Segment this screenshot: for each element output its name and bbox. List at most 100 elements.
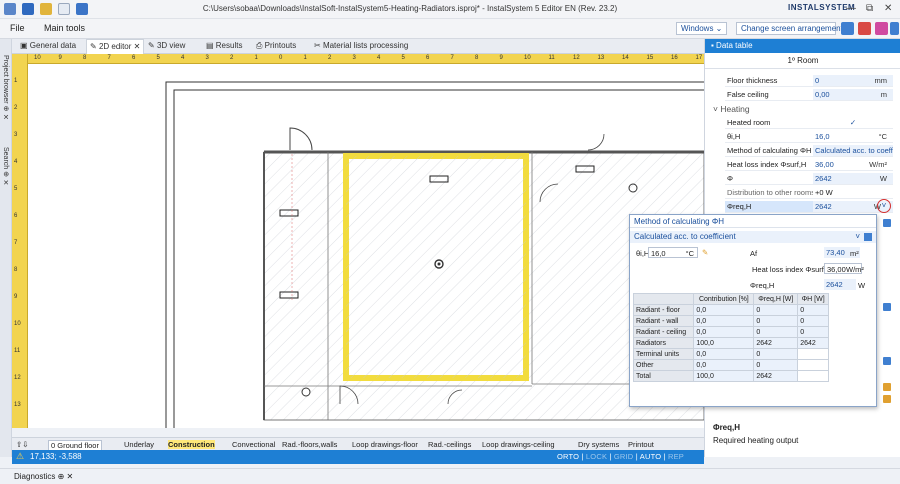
database-icon[interactable] [858, 22, 871, 35]
layer-construction[interactable]: Construction [168, 440, 215, 449]
restore-button[interactable]: ⧉ [866, 3, 873, 14]
edit-icon[interactable] [883, 383, 891, 391]
row-phi: Φ 2642 W [725, 173, 893, 185]
popup-hli-label: Heat loss index Φsurf,H [752, 265, 832, 274]
layer-bar: ⇧⇩ 0 Ground floor Underlay Construction … [12, 437, 704, 451]
help-description: Required heating output [713, 436, 799, 445]
ruler-tick-label: 10 [524, 55, 531, 61]
method-dropdown[interactable]: Calculated acc. to coeffic [813, 145, 893, 156]
layer-dry-systems[interactable]: Dry systems [578, 440, 619, 449]
section-heating[interactable]: ˅ Heating [713, 103, 893, 115]
row-floor-thickness[interactable]: Floor thickness 0 mm [725, 75, 893, 87]
ruler-tick-label: 0 [279, 55, 283, 61]
tab-3d-view[interactable]: ✎ 3D view [148, 41, 185, 50]
left-side-tabs: Project browser ⊕ ✕ Search ⊕ ✕ [0, 39, 12, 457]
windows-dropdown[interactable]: Windows ⌄ [676, 22, 728, 35]
tab-general-data[interactable]: ▣ General data [20, 41, 76, 50]
popup-method-dropdown[interactable]: Calculated acc. to coefficient ˅ [630, 231, 876, 243]
table-row: Radiant - floor 0,0 0 0 [632, 304, 829, 316]
row-false-ceiling[interactable]: False ceiling 0,00 m [725, 89, 893, 101]
ruler-tick-label: 3 [14, 132, 18, 138]
mode-auto[interactable]: AUTO [640, 452, 662, 461]
ruler-tick-label: 8 [14, 267, 18, 273]
color-icon[interactable] [875, 22, 888, 35]
layer-underlay[interactable]: Underlay [124, 440, 154, 449]
project-browser-tab[interactable]: Project browser ⊕ ✕ [1, 55, 9, 121]
ruler-tick-label: 12 [573, 55, 580, 61]
menu-bar: File Main tools Windows ⌄ Change screen … [0, 19, 900, 39]
save-icon[interactable] [22, 3, 34, 15]
ruler-tick-label: 5 [156, 55, 160, 61]
mode-lock[interactable]: LOCK [586, 452, 607, 461]
open-folder-icon[interactable] [40, 3, 52, 15]
expand-phi-req-button[interactable]: ˅ [877, 199, 891, 213]
undo-icon[interactable] [76, 3, 88, 15]
help-title: Φreq,H [713, 423, 741, 432]
ruler-tick-label: 14 [622, 55, 629, 61]
pin-icon[interactable] [890, 22, 899, 35]
column-header: ΦH [W] [797, 293, 829, 305]
distribution-value: +0 W [813, 187, 893, 198]
ruler-tick-label: 7 [450, 55, 454, 61]
app-icon [4, 3, 16, 15]
ruler-tick-label: 4 [377, 55, 381, 61]
row-heat-loss-index[interactable]: Heat loss index Φsurf,H 36,00 W/m² [725, 159, 893, 171]
popup-title: Method of calculating ΦH [630, 215, 876, 228]
drawing-canvas[interactable] [28, 64, 704, 428]
mode-grid[interactable]: GRID [614, 452, 634, 461]
ruler-tick-label: 13 [597, 55, 605, 61]
edit-icon[interactable] [883, 395, 891, 403]
row-distribution[interactable]: Distribution to other rooms +0 W [725, 187, 893, 199]
minimize-button[interactable]: — [846, 3, 856, 14]
data-table-header: ▪ Data table [705, 39, 900, 53]
ruler-tick-label: 5 [14, 186, 18, 192]
pencil-icon[interactable]: ✎ [702, 248, 708, 257]
new-document-icon[interactable] [58, 3, 70, 15]
tab-material-lists[interactable]: ✂ Material lists processing [314, 41, 408, 50]
calculate-icon[interactable] [883, 303, 891, 311]
search-tab[interactable]: Search ⊕ ✕ [1, 147, 9, 187]
tab-results[interactable]: ▤ Results [206, 41, 242, 50]
ruler-tick-label: 7 [107, 55, 111, 61]
popup-req-value: 2642 [824, 279, 856, 290]
layer-loop-floor[interactable]: Loop drawings-floor [352, 440, 418, 449]
table-row: Other 0,0 0 [632, 359, 829, 371]
layer-printout[interactable]: Printout [628, 440, 654, 449]
row-theta-ih[interactable]: θi,H 16,0 °C [725, 131, 893, 143]
menu-file[interactable]: File [10, 23, 25, 33]
popup-req-label: Φreq,H [750, 281, 775, 290]
mode-orto[interactable]: ORTO [557, 452, 579, 461]
ruler-tick-label: 6 [426, 55, 430, 61]
diagnostics-tab[interactable]: Diagnostics ⊕ ✕ [14, 472, 73, 481]
ruler-tick-label: 4 [14, 159, 18, 165]
contribution-table: Contribution [%] Φreq,H [W] ΦH [W] Radia… [632, 293, 829, 382]
layer-convectional[interactable]: Convectional [232, 440, 275, 449]
chevron-down-icon[interactable]: ˅ [855, 232, 860, 241]
layer-rad-ceilings[interactable]: Rad.-ceilings [428, 440, 471, 449]
close-button[interactable]: ✕ [884, 3, 892, 14]
layout-icon[interactable] [841, 22, 854, 35]
ruler-tick-label: 8 [475, 55, 479, 61]
warning-icon[interactable]: ⚠ [16, 451, 24, 462]
table-row: Radiators 100,0 2642 2642 [632, 337, 829, 349]
ruler-tick-label: 11 [548, 55, 555, 61]
layer-nav-icon[interactable]: ⇧⇩ [16, 440, 29, 449]
heated-room-checkbox[interactable]: ✓ [813, 117, 893, 128]
screen-arrangement-dropdown[interactable]: Change screen arrangement ⌄ [736, 22, 852, 35]
row-phi-req[interactable]: Φreq,H 2642 W [725, 201, 893, 213]
calculate-icon[interactable] [883, 357, 891, 365]
layer-loop-ceiling[interactable]: Loop drawings-ceiling [482, 440, 555, 449]
vertical-ruler: 1 2 3 4 5 6 7 8 9 10 11 12 13 [12, 54, 28, 428]
calculate-icon[interactable] [883, 219, 891, 227]
layer-rad-floors-walls[interactable]: Rad.-floors,walls [282, 440, 337, 449]
mode-rep[interactable]: REP [668, 452, 684, 461]
ruler-tick-label: 1 [14, 78, 18, 84]
row-heated-room[interactable]: Heated room ✓ [725, 117, 893, 129]
menu-main-tools[interactable]: Main tools [44, 23, 85, 33]
tab-2d-editor[interactable]: ✎ 2D editor ✕ [86, 39, 145, 54]
popup-theta-input[interactable]: 16,0 °C [648, 247, 698, 258]
tab-printouts[interactable]: ⎙ Printouts [256, 41, 296, 51]
ruler-tick-label: 9 [58, 55, 62, 61]
calculate-icon[interactable] [864, 233, 872, 241]
row-method[interactable]: Method of calculating ΦH Calculated acc.… [725, 145, 893, 157]
